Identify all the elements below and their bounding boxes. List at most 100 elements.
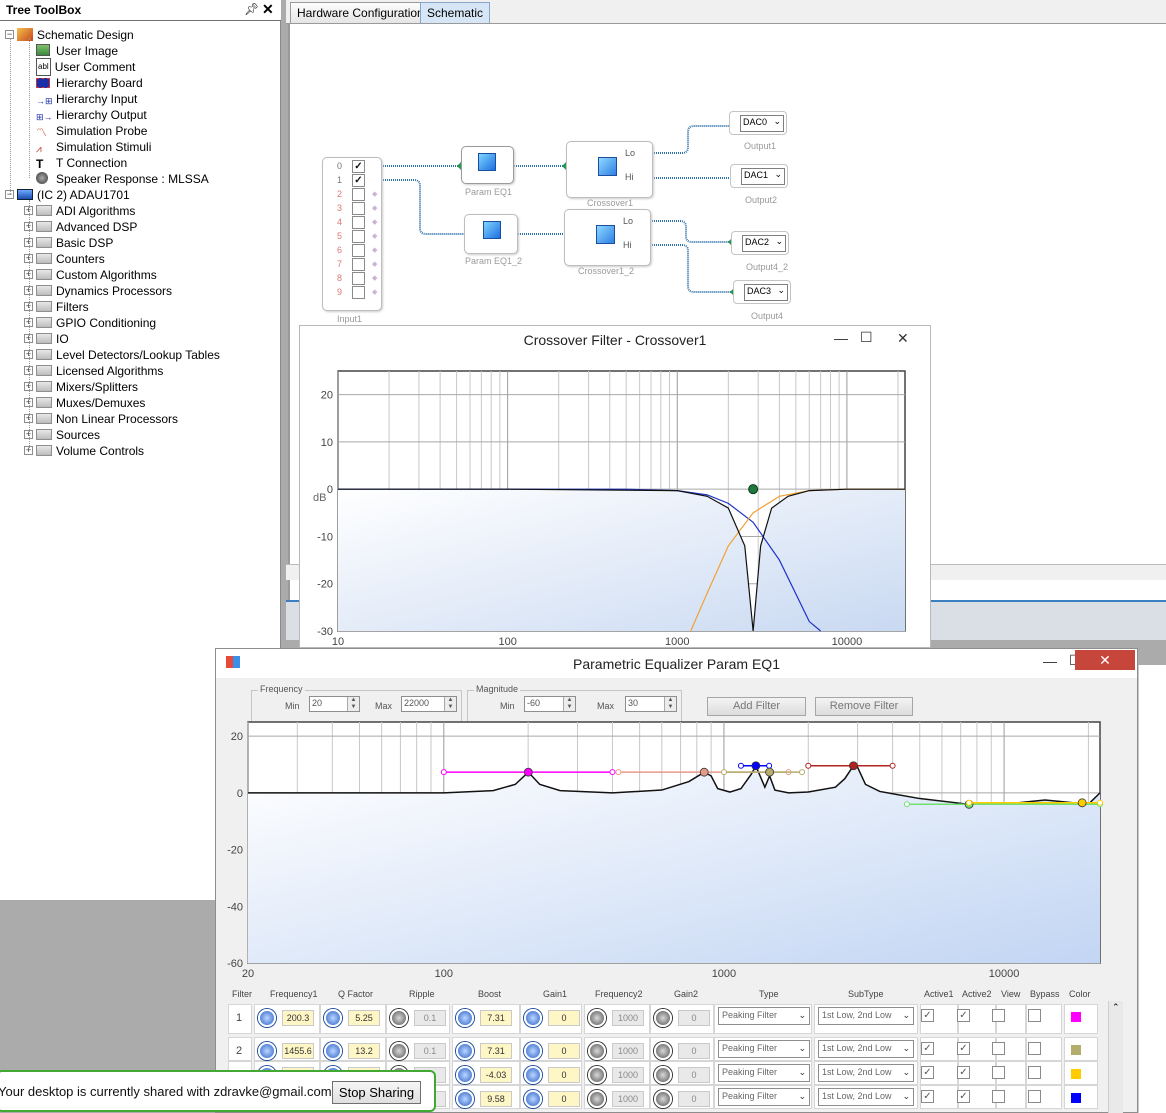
input-channel-checkbox[interactable] (352, 230, 365, 243)
filter-center-handle[interactable] (699, 767, 709, 777)
close-button[interactable]: ✕ (1075, 650, 1135, 670)
frequency-max-input[interactable]: 22000 ▲ ▼ (401, 696, 457, 712)
filter-center-handle[interactable] (1077, 798, 1087, 808)
filter-color-swatch[interactable] (1071, 1093, 1081, 1103)
bandwidth-handle[interactable] (799, 769, 806, 776)
active2-checkbox[interactable]: ✓ (957, 1090, 970, 1103)
bandwidth-handle[interactable] (1097, 799, 1103, 806)
bandwidth-handle[interactable] (903, 801, 910, 808)
gain2-value[interactable]: 0 (678, 1043, 710, 1059)
filter-subtype-select[interactable]: 1st Low, 2nd Low ⌄ (818, 1040, 914, 1058)
boost-value[interactable]: -4.03 (480, 1067, 512, 1083)
active2-checkbox[interactable]: ✓ (957, 1066, 970, 1079)
knob-disabled-icon[interactable] (390, 1009, 408, 1027)
frequency2-value[interactable]: 1000 (612, 1010, 644, 1026)
dac1-select[interactable]: DAC1 ⌄ (741, 168, 785, 185)
input-channel-checkbox[interactable] (352, 188, 365, 201)
spinner-icon[interactable]: ▲ ▼ (347, 697, 359, 711)
bandwidth-handle[interactable] (766, 762, 773, 769)
active2-checkbox[interactable]: ✓ (957, 1042, 970, 1055)
active2-checkbox[interactable]: ✓ (957, 1009, 970, 1022)
output1-block[interactable]: DAC0 ⌄ (729, 111, 787, 135)
frequency2-value[interactable]: 1000 (612, 1067, 644, 1083)
tree-item[interactable]: + Sources (24, 426, 100, 442)
knob-icon[interactable] (258, 1042, 276, 1060)
gain1-value[interactable]: 0 (548, 1067, 580, 1083)
filter-center-handle[interactable] (849, 761, 858, 771)
knob-icon[interactable] (524, 1090, 542, 1108)
input-channel-checkbox[interactable] (352, 216, 365, 229)
dac2-select[interactable]: DAC2 ⌄ (742, 235, 786, 252)
filter-subtype-select[interactable]: 1st Low, 2nd Low ⌄ (818, 1007, 914, 1025)
remove-filter-button[interactable]: Remove Filter (815, 697, 913, 716)
filter-type-select[interactable]: Peaking Filter ⌄ (718, 1007, 810, 1025)
tree-item[interactable]: + Mixers/Splitters (24, 378, 138, 394)
frequency2-value[interactable]: 1000 (612, 1091, 644, 1107)
active1-checkbox[interactable]: ✓ (921, 1090, 934, 1103)
input-channel-checkbox[interactable] (352, 244, 365, 257)
knob-icon[interactable] (524, 1066, 542, 1084)
boost-value[interactable]: 9.58 (480, 1091, 512, 1107)
knob-disabled-icon[interactable] (654, 1090, 672, 1108)
filter-color-swatch[interactable] (1071, 1069, 1081, 1079)
q-value[interactable]: 5.25 (348, 1010, 380, 1026)
stop-sharing-button[interactable]: Stop Sharing (332, 1081, 421, 1104)
knob-icon[interactable] (456, 1090, 474, 1108)
bandwidth-handle[interactable] (737, 762, 744, 769)
gain2-value[interactable]: 0 (678, 1067, 710, 1083)
filter-color-swatch[interactable] (1071, 1045, 1081, 1055)
dac0-select[interactable]: DAC0 ⌄ (740, 115, 784, 132)
gain2-value[interactable]: 0 (678, 1091, 710, 1107)
tree-item[interactable]: + Muxes/Demuxes (24, 394, 145, 410)
bandwidth-handle[interactable] (720, 769, 727, 776)
spinner-icon[interactable]: ▲ ▼ (563, 697, 575, 711)
crossover1-block[interactable]: Lo Hi (566, 141, 653, 198)
frequency2-value[interactable]: 1000 (612, 1043, 644, 1059)
close-button[interactable]: ✕ (897, 330, 909, 347)
input-channel-checkbox[interactable] (352, 202, 365, 215)
boost-value[interactable]: 7.31 (480, 1043, 512, 1059)
knob-icon[interactable] (456, 1042, 474, 1060)
tree-item[interactable]: + Volume Controls (24, 442, 144, 458)
bandwidth-handle[interactable] (609, 769, 616, 776)
gain1-value[interactable]: 0 (548, 1010, 580, 1026)
knob-icon[interactable] (456, 1009, 474, 1027)
output4-block[interactable]: DAC3 ⌄ (733, 280, 791, 304)
view-checkbox[interactable] (992, 1090, 1005, 1103)
minimize-button[interactable]: — (834, 330, 848, 346)
magnitude-min-input[interactable]: -60 ▲ ▼ (524, 696, 576, 712)
active1-checkbox[interactable]: ✓ (921, 1066, 934, 1079)
tree-item[interactable]: + IO (24, 330, 69, 346)
bandwidth-handle[interactable] (889, 762, 896, 769)
input-channel-checkbox[interactable] (352, 286, 365, 299)
bandwidth-handle[interactable] (805, 762, 812, 769)
output2-block[interactable]: DAC1 ⌄ (730, 164, 788, 188)
knob-disabled-icon[interactable] (654, 1009, 672, 1027)
frequency1-value[interactable]: 1455.6 (282, 1043, 314, 1059)
knob-disabled-icon[interactable] (654, 1042, 672, 1060)
frequency-min-input[interactable]: 20 ▲ ▼ (309, 696, 360, 712)
boost-value[interactable]: 7.31 (480, 1010, 512, 1026)
filter-table-scrollbar[interactable]: ⌃ (1108, 1001, 1123, 1113)
filter-subtype-select[interactable]: 1st Low, 2nd Low ⌄ (818, 1088, 914, 1106)
add-filter-button[interactable]: Add Filter (707, 697, 806, 716)
view-checkbox[interactable] (992, 1066, 1005, 1079)
input-channel-checkbox[interactable] (352, 258, 365, 271)
magnitude-max-input[interactable]: 30 ▲ ▼ (625, 696, 677, 712)
knob-icon[interactable] (258, 1009, 276, 1027)
tree-item[interactable]: + Non Linear Processors (24, 410, 178, 426)
knob-disabled-icon[interactable] (588, 1042, 606, 1060)
ripple-value[interactable]: 0.1 (414, 1043, 446, 1059)
input-channel-checkbox[interactable]: ✓ (352, 160, 365, 173)
bandwidth-handle[interactable] (966, 799, 973, 806)
param-eq1-2-block[interactable] (464, 214, 518, 254)
view-checkbox[interactable] (992, 1009, 1005, 1022)
knob-disabled-icon[interactable] (588, 1009, 606, 1027)
gain2-value[interactable]: 0 (678, 1010, 710, 1026)
knob-disabled-icon[interactable] (588, 1066, 606, 1084)
scroll-up-icon[interactable]: ⌃ (1112, 1002, 1120, 1013)
spinner-icon[interactable]: ▲ ▼ (664, 697, 676, 711)
filter-subtype-select[interactable]: 1st Low, 2nd Low ⌄ (818, 1064, 914, 1082)
input-channel-checkbox[interactable] (352, 272, 365, 285)
filter-type-select[interactable]: Peaking Filter ⌄ (718, 1088, 810, 1106)
